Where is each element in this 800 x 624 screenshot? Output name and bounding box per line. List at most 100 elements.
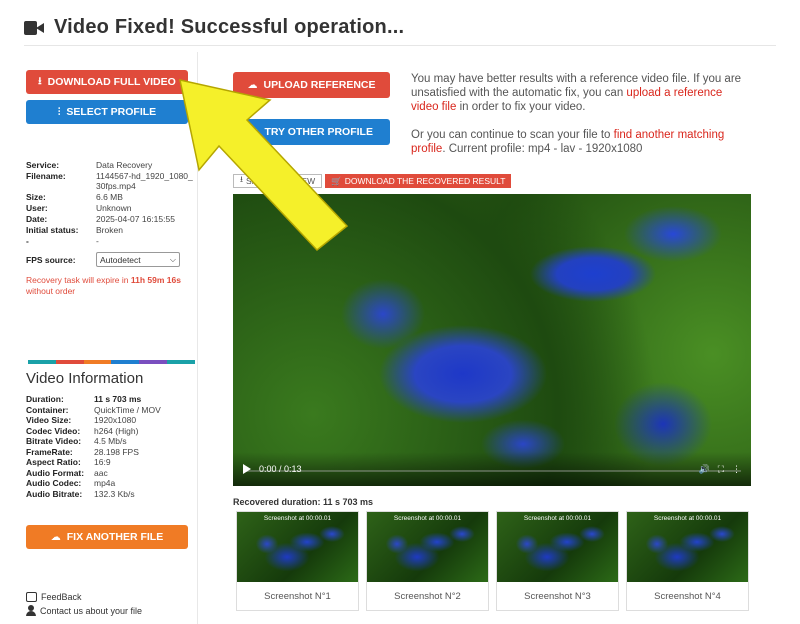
fps-source-select[interactable]: Autodetect ⌵ [96,252,180,267]
expire-countdown: 11h 59m 16s [130,275,181,285]
video-info-row: Audio Format: aac [26,468,196,479]
screenshot-thumbnail: Screenshot at 00:00.01 [627,512,748,582]
download-icon: ⭳ [240,174,243,184]
video-info-value: 132.3 Kb/s [94,488,135,499]
info-key: User: [26,203,48,213]
fullscreen-icon[interactable]: ⛶ [718,464,724,475]
fps-source-row: FPS source: Autodetect ⌵ [26,252,196,267]
download-full-video-button[interactable]: ⭳ DOWNLOAD FULL VIDEO [26,70,188,94]
video-player[interactable]: 0:00 / 0:13 🔊 ⛶ ⋮ [233,194,751,486]
screenshot-card[interactable]: Screenshot at 00:00.01 Screenshot N°3 [496,511,619,611]
fps-source-label: FPS source: [26,254,76,265]
video-info-value: 11 s 703 ms [94,394,142,404]
file-info-table: Service: Data Recovery Filename: 1144567-h… [26,160,196,246]
video-camera-icon [24,20,44,35]
feedback-label: FeedBack [41,592,82,602]
video-controls: 0:00 / 0:13 🔊 ⛶ ⋮ [233,452,751,486]
video-info-row: FrameRate: 28.198 FPS [26,447,196,458]
footer-links: FeedBack Contact us about your file [26,592,142,619]
info-row: Initial status: Broken [26,225,196,235]
expire-prefix: Recovery task will expire in [26,275,131,285]
screenshot-card[interactable]: Screenshot at 00:00.01 Screenshot N°4 [626,511,749,611]
play-icon[interactable] [243,464,251,474]
more-options-icon[interactable]: ⋮ [732,464,741,475]
download-full-video-label: DOWNLOAD FULL VIDEO [47,76,176,88]
video-frame [233,194,751,486]
screenshot-thumbnail: Screenshot at 00:00.01 [237,512,358,582]
video-info-row: Container: QuickTime / MOV [26,405,196,416]
try-other-profile-button[interactable]: ↻ TRY OTHER PROFILE [233,119,390,145]
preview-tabs: ⭳ SMALL PREVIEW 🛒 DOWNLOAD THE RECOVERED R… [233,174,512,188]
video-info-key: Duration: [26,394,64,404]
info-key: - [26,236,29,246]
info-value: 2025-04-07 16:15:55 [96,214,175,224]
video-info-value: 28.198 FPS [94,446,139,457]
tab-download-recovered-label: DOWNLOAD THE RECOVERED RESULT [344,176,506,186]
select-profile-label: SELECT PROFILE [66,106,157,118]
color-bar [28,360,195,364]
screenshot-thumbnail: Screenshot at 00:00.01 [367,512,488,582]
upload-icon: ☁ [247,79,258,91]
info-row: Filename: 1144567-hd_1920_1080_30fps.mp4 [26,171,196,191]
info-value: Data Recovery [96,160,153,170]
info-key: Initial status: [26,225,79,235]
screenshot-timestamp: Screenshot at 00:00.01 [263,515,332,522]
refresh-icon: ↻ [250,126,259,138]
video-info-row: Bitrate Video: 4.5 Mb/s [26,436,196,447]
video-info-row: Aspect Ratio: 16:9 [26,457,196,468]
upload-icon: ☁ [50,531,61,543]
screenshot-caption: Screenshot N°1 [264,591,331,602]
tab-small-preview[interactable]: ⭳ SMALL PREVIEW [233,174,323,188]
info-value: 6.6 MB [96,192,123,202]
info-key: Filename: [26,171,66,181]
expire-suffix: without order [26,286,76,296]
screenshot-thumbnail: Screenshot at 00:00.01 [497,512,618,582]
page-header: Video Fixed! Successful operation... [24,10,776,46]
screenshot-caption: Screenshot N°4 [654,591,721,602]
video-info-value: 16:9 [94,457,111,467]
video-info-value: 4.5 Mb/s [94,436,127,446]
info-value: 1144567-hd_1920_1080_30fps.mp4 [96,171,193,191]
profile-message-text: Or you can continue to scan your file to [411,129,614,141]
video-info-key: Audio Codec: [26,478,82,488]
info-row: User: Unknown [26,203,196,213]
info-value: Broken [96,225,123,235]
select-profile-button[interactable]: ⫶ SELECT PROFILE [26,100,188,124]
fix-another-file-label: FIX ANOTHER FILE [66,531,164,543]
video-info-key: Aspect Ratio: [26,457,81,467]
screenshot-card[interactable]: Screenshot at 00:00.01 Screenshot N°2 [366,511,489,611]
video-info-key: Audio Bitrate: [26,488,83,499]
chat-icon [26,592,37,602]
info-key: Size: [26,192,46,202]
contact-link[interactable]: Contact us about your file [26,605,142,616]
video-info-value: aac [94,467,108,478]
profile-message: Or you can continue to scan your file to… [411,128,751,156]
video-info-row: Duration: 11 s 703 ms [26,394,196,405]
screenshot-card[interactable]: Screenshot at 00:00.01 Screenshot N°1 [236,511,359,611]
info-row: Service: Data Recovery [26,160,196,170]
download-icon: ⭳ [38,75,42,87]
user-icon [26,605,36,616]
video-info-key: FrameRate: [26,446,73,457]
fix-another-file-button[interactable]: ☁ FIX ANOTHER FILE [26,525,188,549]
screenshot-caption: Screenshot N°2 [394,591,461,602]
video-info-row: Codec Video: h264 (High) [26,426,196,437]
tab-download-recovered[interactable]: 🛒 DOWNLOAD THE RECOVERED RESULT [325,174,512,188]
try-other-profile-label: TRY OTHER PROFILE [264,126,373,138]
info-message: You may have better results with a refer… [411,72,751,156]
cart-icon: 🛒 [331,175,342,186]
video-info-key: Container: [26,404,69,415]
video-info-table: Duration: 11 s 703 ms Container: QuickTime… [26,394,196,499]
info-value: - [96,236,99,246]
sliders-icon: ⫶ [57,106,61,118]
screenshot-list: Screenshot at 00:00.01 Screenshot N°1 Sc… [236,511,749,611]
volume-icon[interactable]: 🔊 [698,464,709,475]
upload-reference-label: UPLOAD REFERENCE [263,79,376,91]
info-row: Date: 2025-04-07 16:15:55 [26,214,196,224]
feedback-link[interactable]: FeedBack [26,592,142,602]
video-info-row: Audio Codec: mp4a [26,478,196,489]
video-info-row: Audio Bitrate: 132.3 Kb/s [26,489,196,500]
screenshot-timestamp: Screenshot at 00:00.01 [523,515,592,522]
video-info-key: Codec Video: [26,425,81,436]
upload-reference-button[interactable]: ☁ UPLOAD REFERENCE [233,72,390,98]
